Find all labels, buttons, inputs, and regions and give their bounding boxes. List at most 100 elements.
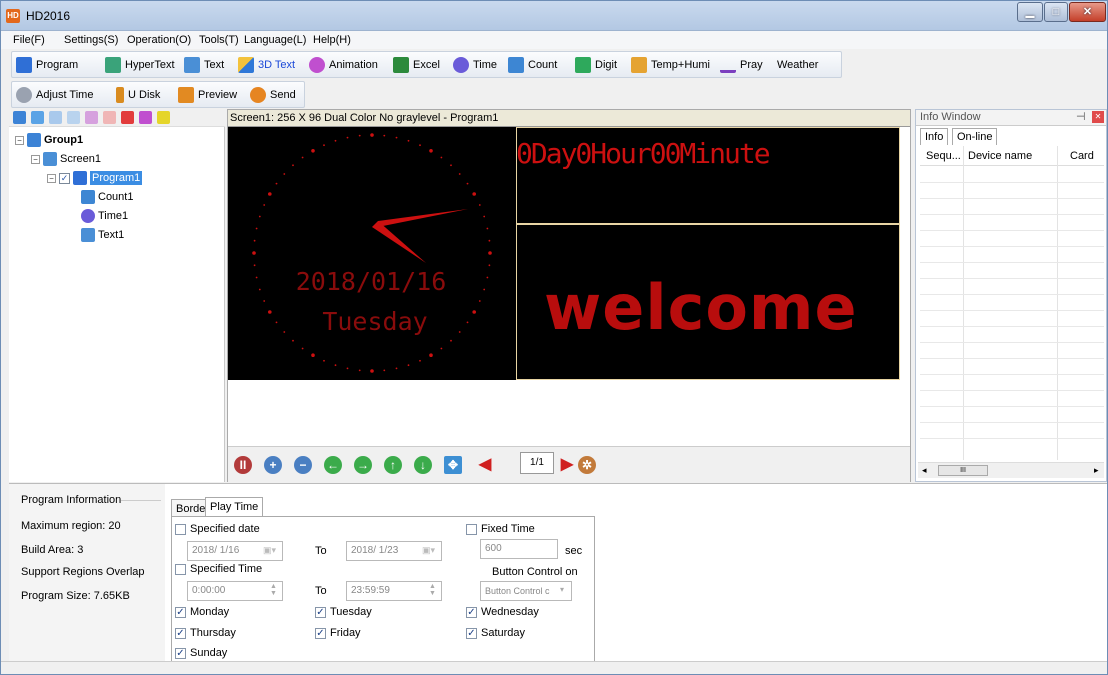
zoom-out-icon[interactable]: − — [294, 456, 312, 474]
specified-date-option[interactable]: Specified date — [175, 523, 260, 535]
arrow-right-icon[interactable]: → — [354, 456, 372, 474]
close-icon[interactable]: ✕ — [1092, 111, 1104, 123]
fixed-time-checkbox[interactable] — [466, 523, 477, 535]
temp-humi-button[interactable]: Temp+Humi — [631, 55, 710, 75]
pray-button[interactable]: Pray — [720, 55, 763, 75]
paste-icon[interactable] — [67, 111, 80, 124]
count-button[interactable]: Count — [508, 55, 557, 75]
send-button[interactable]: Send — [250, 85, 296, 105]
arrow-down-icon[interactable]: ↓ — [414, 456, 432, 474]
sunday-checkbox[interactable]: ✓ — [175, 647, 186, 659]
grid-icon[interactable]: ✲ — [578, 456, 596, 474]
column-card[interactable]: Card — [1070, 150, 1094, 162]
wednesday-checkbox[interactable]: ✓ — [466, 606, 477, 618]
friday-checkbox[interactable]: ✓ — [315, 627, 326, 639]
tab-play-time[interactable]: Play Time — [205, 497, 264, 518]
button-control-select[interactable]: Button Control c — [480, 581, 572, 601]
time-from-field[interactable]: 0:00:00 — [187, 581, 283, 601]
maximize-button[interactable]: □ — [1044, 2, 1068, 22]
clock-region[interactable]: 2018/01/16 Tuesday — [228, 127, 516, 380]
preview-button[interactable]: Preview — [178, 85, 237, 105]
pause-icon[interactable]: II — [234, 456, 252, 474]
tree-item-text[interactable]: Text1 — [81, 228, 124, 242]
digit-button[interactable]: Digit — [575, 55, 617, 75]
move-down-icon[interactable] — [103, 111, 116, 124]
day-wednesday[interactable]: ✓ Wednesday — [466, 606, 539, 618]
copy-icon[interactable] — [49, 111, 62, 124]
check-icon[interactable] — [139, 111, 152, 124]
specified-date-checkbox[interactable] — [175, 523, 186, 535]
weather-button[interactable]: Weather — [777, 55, 818, 75]
specified-time-checkbox[interactable] — [175, 563, 186, 575]
collapse-icon[interactable]: − — [15, 135, 24, 145]
day-thursday[interactable]: ✓ Thursday — [175, 627, 236, 639]
menu-file[interactable]: File(F) — [13, 34, 45, 46]
program-checkbox[interactable]: ✓ — [59, 172, 70, 184]
search-icon[interactable] — [157, 111, 170, 124]
specified-time-option[interactable]: Specified Time — [175, 563, 262, 575]
tree-item-count[interactable]: Count1 — [81, 190, 133, 204]
move-up-icon[interactable] — [85, 111, 98, 124]
fixed-time-option[interactable]: Fixed Time — [466, 523, 535, 535]
arrow-up-icon[interactable]: ↑ — [384, 456, 402, 474]
program-button[interactable]: Program — [16, 55, 78, 75]
minimize-button[interactable]: ▁ — [1017, 2, 1043, 22]
previous-page-icon[interactable]: ◀ — [476, 456, 494, 474]
tree-program[interactable]: − ✓ Program1 — [47, 171, 143, 185]
count-region[interactable]: 0Day0Hour00Minute — [516, 127, 900, 224]
text-region[interactable]: welcome — [516, 224, 900, 380]
scroll-right-icon[interactable]: ▸ — [1094, 465, 1099, 476]
tab-on-line[interactable]: On-line — [952, 128, 998, 145]
time-to-field[interactable]: 23:59:59 — [346, 581, 442, 601]
column-sequence[interactable]: Sequ... — [926, 150, 961, 162]
monday-checkbox[interactable]: ✓ — [175, 606, 186, 618]
u-disk-button[interactable]: U Disk — [116, 85, 160, 105]
led-screen[interactable]: 2018/01/16 Tuesday 0Day0Hour00Minute wel… — [228, 127, 900, 380]
spinner-icon[interactable]: ▲ ▼ — [270, 583, 277, 597]
menu-settings[interactable]: Settings(S) — [64, 34, 118, 46]
column-device-name[interactable]: Device name — [968, 150, 1032, 162]
scroll-thumb[interactable]: III — [938, 465, 988, 476]
pin-icon[interactable]: ⊣ — [1076, 110, 1086, 125]
tree-item-time[interactable]: Time1 — [81, 209, 128, 223]
excel-button[interactable]: Excel — [393, 55, 440, 75]
adjust-time-button[interactable]: Adjust Time — [16, 85, 93, 105]
move-icon[interactable]: ✥ — [444, 456, 462, 474]
zoom-in-icon[interactable]: + — [264, 456, 282, 474]
day-monday[interactable]: ✓ Monday — [175, 606, 229, 618]
tuesday-checkbox[interactable]: ✓ — [315, 606, 326, 618]
day-sunday[interactable]: ✓ Sunday — [175, 647, 227, 659]
collapse-icon[interactable]: − — [31, 154, 40, 164]
day-friday[interactable]: ✓ Friday — [315, 627, 361, 639]
spinner-icon[interactable]: ▲ ▼ — [429, 583, 436, 597]
tab-info[interactable]: Info — [920, 128, 949, 145]
menu-tools[interactable]: Tools(T) — [199, 34, 239, 46]
menu-language[interactable]: Language(L) — [244, 34, 306, 46]
animation-button[interactable]: Animation — [309, 55, 378, 75]
day-saturday[interactable]: ✓ Saturday — [466, 627, 525, 639]
scroll-left-icon[interactable]: ◂ — [922, 465, 927, 476]
time-button[interactable]: Time — [453, 55, 497, 75]
horizontal-scrollbar[interactable]: ◂ III ▸ — [918, 462, 1104, 478]
next-page-icon[interactable]: ▶ — [558, 456, 576, 474]
saturday-checkbox[interactable]: ✓ — [466, 627, 477, 639]
text-button[interactable]: Text — [184, 55, 224, 75]
chevron-down-icon[interactable]: ▾ — [560, 585, 564, 594]
add-program-icon[interactable] — [31, 111, 44, 124]
menu-help[interactable]: Help(H) — [313, 34, 351, 46]
calendar-dropdown-icon[interactable]: ▣▾ — [422, 545, 435, 556]
add-screen-icon[interactable] — [13, 111, 26, 124]
arrow-left-icon[interactable]: ← — [324, 456, 342, 474]
3d-text-button[interactable]: 3D Text — [238, 55, 295, 75]
close-window-button[interactable]: ✕ — [1069, 2, 1106, 22]
tree-group[interactable]: − Group1 — [15, 133, 83, 147]
tree-screen[interactable]: − Screen1 — [31, 152, 101, 166]
fixed-time-field[interactable]: 600 — [480, 539, 558, 559]
calendar-dropdown-icon[interactable]: ▣▾ — [263, 545, 276, 556]
delete-icon[interactable] — [121, 111, 134, 124]
collapse-icon[interactable]: − — [47, 173, 56, 183]
menu-operation[interactable]: Operation(O) — [127, 34, 191, 46]
hypertext-button[interactable]: HyperText — [105, 55, 175, 75]
thursday-checkbox[interactable]: ✓ — [175, 627, 186, 639]
day-tuesday[interactable]: ✓ Tuesday — [315, 606, 372, 618]
